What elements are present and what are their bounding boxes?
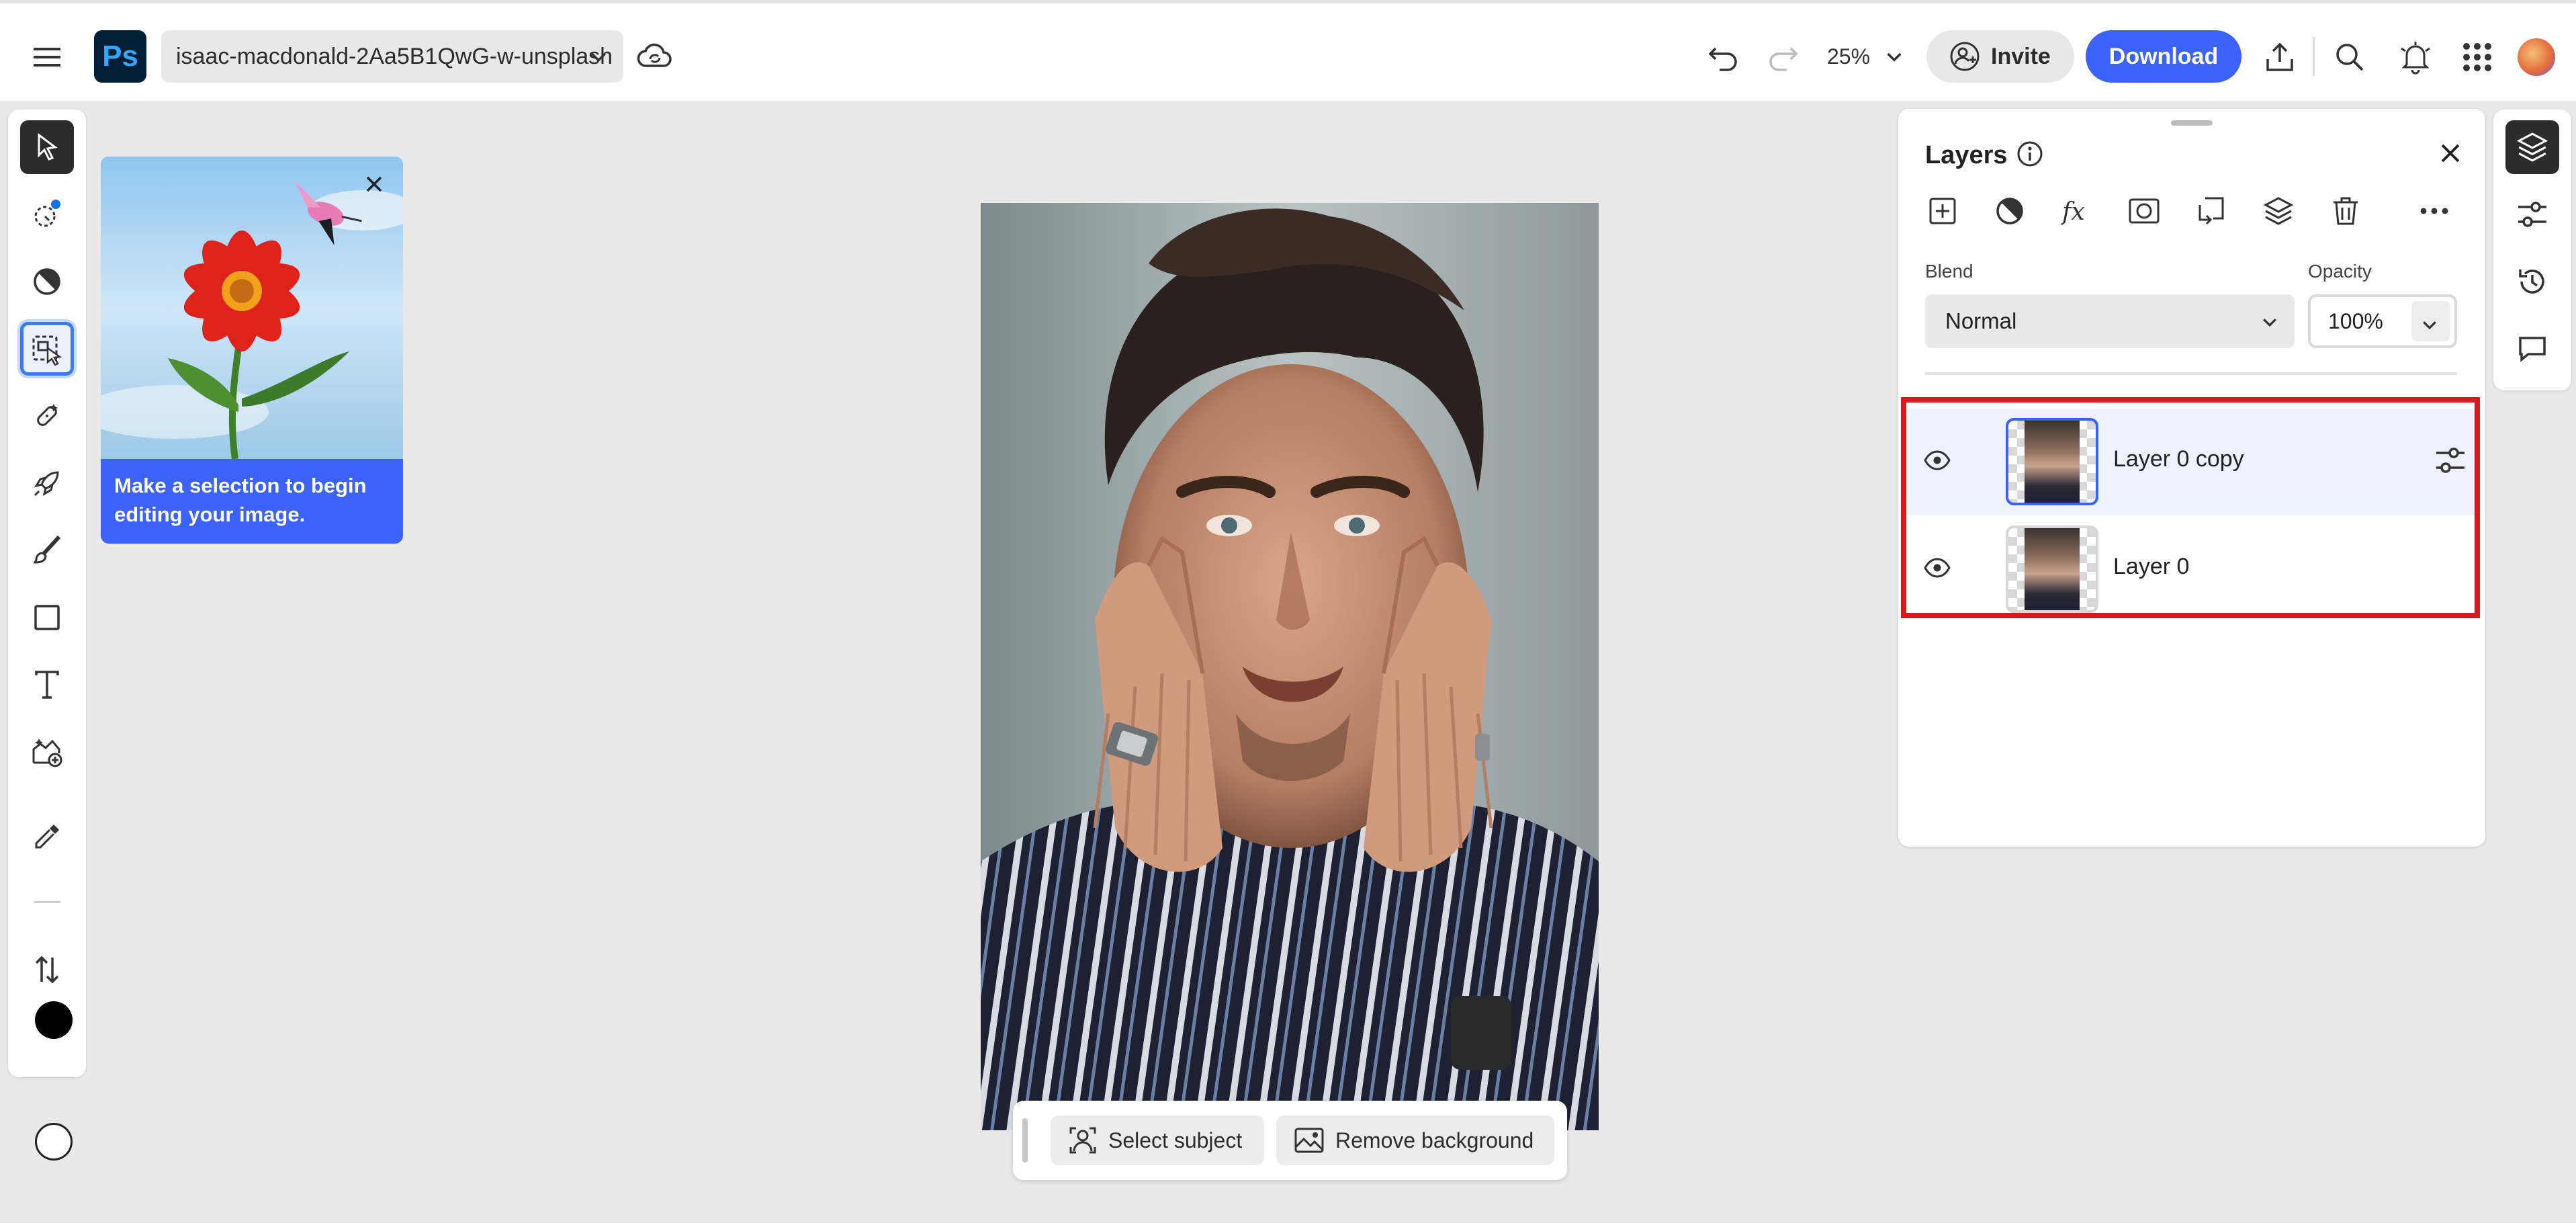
tip-illustration xyxy=(101,157,403,460)
info-icon[interactable] xyxy=(2016,140,2044,171)
portrait-photo xyxy=(981,203,1599,1130)
rocket-icon xyxy=(34,471,59,497)
layers-highlight-annotation xyxy=(1901,397,2480,618)
blend-mode-dropdown[interactable]: Normal xyxy=(1925,294,2295,348)
redo-icon[interactable] xyxy=(1763,38,1803,77)
right-panel-rail xyxy=(2493,110,2571,390)
quick-selection-tool-button[interactable] xyxy=(20,187,74,241)
layer-stack-icon[interactable] xyxy=(2260,192,2297,230)
panel-divider xyxy=(1925,372,2457,375)
close-icon xyxy=(366,176,382,192)
generative-fill-tool-button[interactable] xyxy=(20,725,74,779)
move-tool-button[interactable] xyxy=(20,120,74,174)
adjustment-circle-icon xyxy=(34,268,60,295)
invite-button[interactable]: Invite xyxy=(1926,30,2074,83)
layer-mask-icon[interactable] xyxy=(2125,192,2163,230)
zoom-level: 25% xyxy=(1827,44,1871,69)
select-subject-label: Select subject xyxy=(1108,1128,1243,1152)
remove-background-button[interactable]: Remove background xyxy=(1276,1115,1554,1165)
chevron-down-icon xyxy=(2263,319,2276,327)
select-subject-icon xyxy=(1069,1127,1096,1154)
adjustment-layer-icon[interactable] xyxy=(1991,192,2029,230)
chevron-down-icon xyxy=(1887,52,1902,62)
user-avatar[interactable] xyxy=(2518,38,2555,76)
document-name: isaac-macdonald-2Aa5B1QwG-w-unsplash xyxy=(176,43,613,69)
canvas-image[interactable] xyxy=(981,203,1599,1130)
toolbar-divider xyxy=(2313,37,2315,76)
more-options-icon[interactable] xyxy=(2415,192,2453,230)
document-name-dropdown[interactable]: isaac-macdonald-2Aa5B1QwG-w-unsplash xyxy=(161,30,623,83)
undo-icon[interactable] xyxy=(1703,38,1744,77)
comments-panel-button[interactable] xyxy=(2505,322,2559,376)
swap-colors-button[interactable] xyxy=(20,943,74,997)
chevron-down-icon xyxy=(2423,321,2436,330)
selection-arrow-icon xyxy=(38,133,58,161)
invite-person-icon xyxy=(1950,42,1980,71)
shape-tool-button[interactable] xyxy=(20,591,74,644)
foreground-color-swatch[interactable] xyxy=(35,1001,73,1039)
eyedropper-tool-button[interactable] xyxy=(20,810,74,863)
comments-icon xyxy=(2519,337,2546,362)
search-icon[interactable] xyxy=(2329,37,2370,77)
share-upload-icon[interactable] xyxy=(2260,37,2300,77)
left-toolbar xyxy=(8,110,86,1161)
healing-tool-button[interactable] xyxy=(20,389,74,443)
rectangle-shape-icon xyxy=(34,605,60,630)
panel-title: Layers xyxy=(1925,141,2008,169)
type-tool-button[interactable] xyxy=(20,658,74,712)
quick-selection-icon xyxy=(34,200,60,227)
apps-grid-icon[interactable] xyxy=(2458,38,2496,76)
adjustments-panel-button[interactable] xyxy=(2505,187,2559,241)
chevron-down-icon xyxy=(590,52,607,62)
opacity-dropdown[interactable]: 100% xyxy=(2308,294,2457,348)
brush-tool-button[interactable] xyxy=(20,523,74,577)
opacity-label: Opacity xyxy=(2308,261,2372,282)
panel-drag-handle[interactable] xyxy=(2171,120,2213,126)
type-icon xyxy=(35,671,59,699)
adjustments-icon xyxy=(2518,202,2546,227)
generative-image-icon xyxy=(32,739,62,767)
cloud-sync-icon[interactable] xyxy=(635,38,675,77)
opacity-value: 100% xyxy=(2328,308,2383,333)
effects-fx-icon[interactable]: fx xyxy=(2058,192,2096,230)
svg-text:fx: fx xyxy=(2061,198,2085,226)
invite-label: Invite xyxy=(1991,43,2051,69)
bandage-icon xyxy=(37,404,58,426)
background-color-swatch[interactable] xyxy=(35,1123,73,1161)
remove-background-icon xyxy=(1294,1128,1324,1153)
notifications-bell-icon[interactable] xyxy=(2394,36,2437,79)
close-tip-button[interactable] xyxy=(357,167,391,201)
add-layer-icon[interactable] xyxy=(1924,192,1961,230)
tip-text: Make a selection to begin editing your i… xyxy=(114,474,367,526)
download-button[interactable]: Download xyxy=(2086,30,2241,83)
blend-mode-value: Normal xyxy=(1945,308,2017,333)
close-icon xyxy=(2441,144,2460,163)
toolbar-divider xyxy=(34,901,60,903)
history-panel-button[interactable] xyxy=(2505,255,2559,308)
eyedropper-icon xyxy=(35,825,59,849)
layers-panel-button[interactable] xyxy=(2505,120,2559,174)
brush-icon xyxy=(33,535,61,564)
hamburger-menu-icon[interactable] xyxy=(27,38,67,76)
selection-tip-card: Make a selection to begin editing your i… xyxy=(101,157,403,544)
object-selection-icon xyxy=(32,335,62,366)
delete-layer-icon[interactable] xyxy=(2327,192,2364,230)
clipping-mask-icon[interactable] xyxy=(2192,192,2230,230)
remove-background-label: Remove background xyxy=(1335,1128,1534,1152)
zoom-dropdown[interactable]: 25% xyxy=(1827,30,1905,83)
contextual-task-bar: Select subject Remove background xyxy=(1013,1101,1567,1180)
blend-label: Blend xyxy=(1925,261,1973,282)
layers-icon xyxy=(2516,132,2548,162)
close-panel-button[interactable] xyxy=(2436,138,2465,171)
drag-handle[interactable] xyxy=(1022,1118,1028,1163)
select-subject-button[interactable]: Select subject xyxy=(1051,1115,1264,1165)
quick-actions-tool-button[interactable] xyxy=(20,456,74,510)
adjustment-brush-tool-button[interactable] xyxy=(20,255,74,308)
photoshop-logo: Ps xyxy=(94,30,146,83)
object-selection-tool-button[interactable] xyxy=(20,322,74,376)
history-icon xyxy=(2519,269,2544,294)
swap-arrows-icon xyxy=(35,956,59,984)
top-bar: Ps isaac-macdonald-2Aa5B1QwG-w-unsplash … xyxy=(0,0,2576,101)
